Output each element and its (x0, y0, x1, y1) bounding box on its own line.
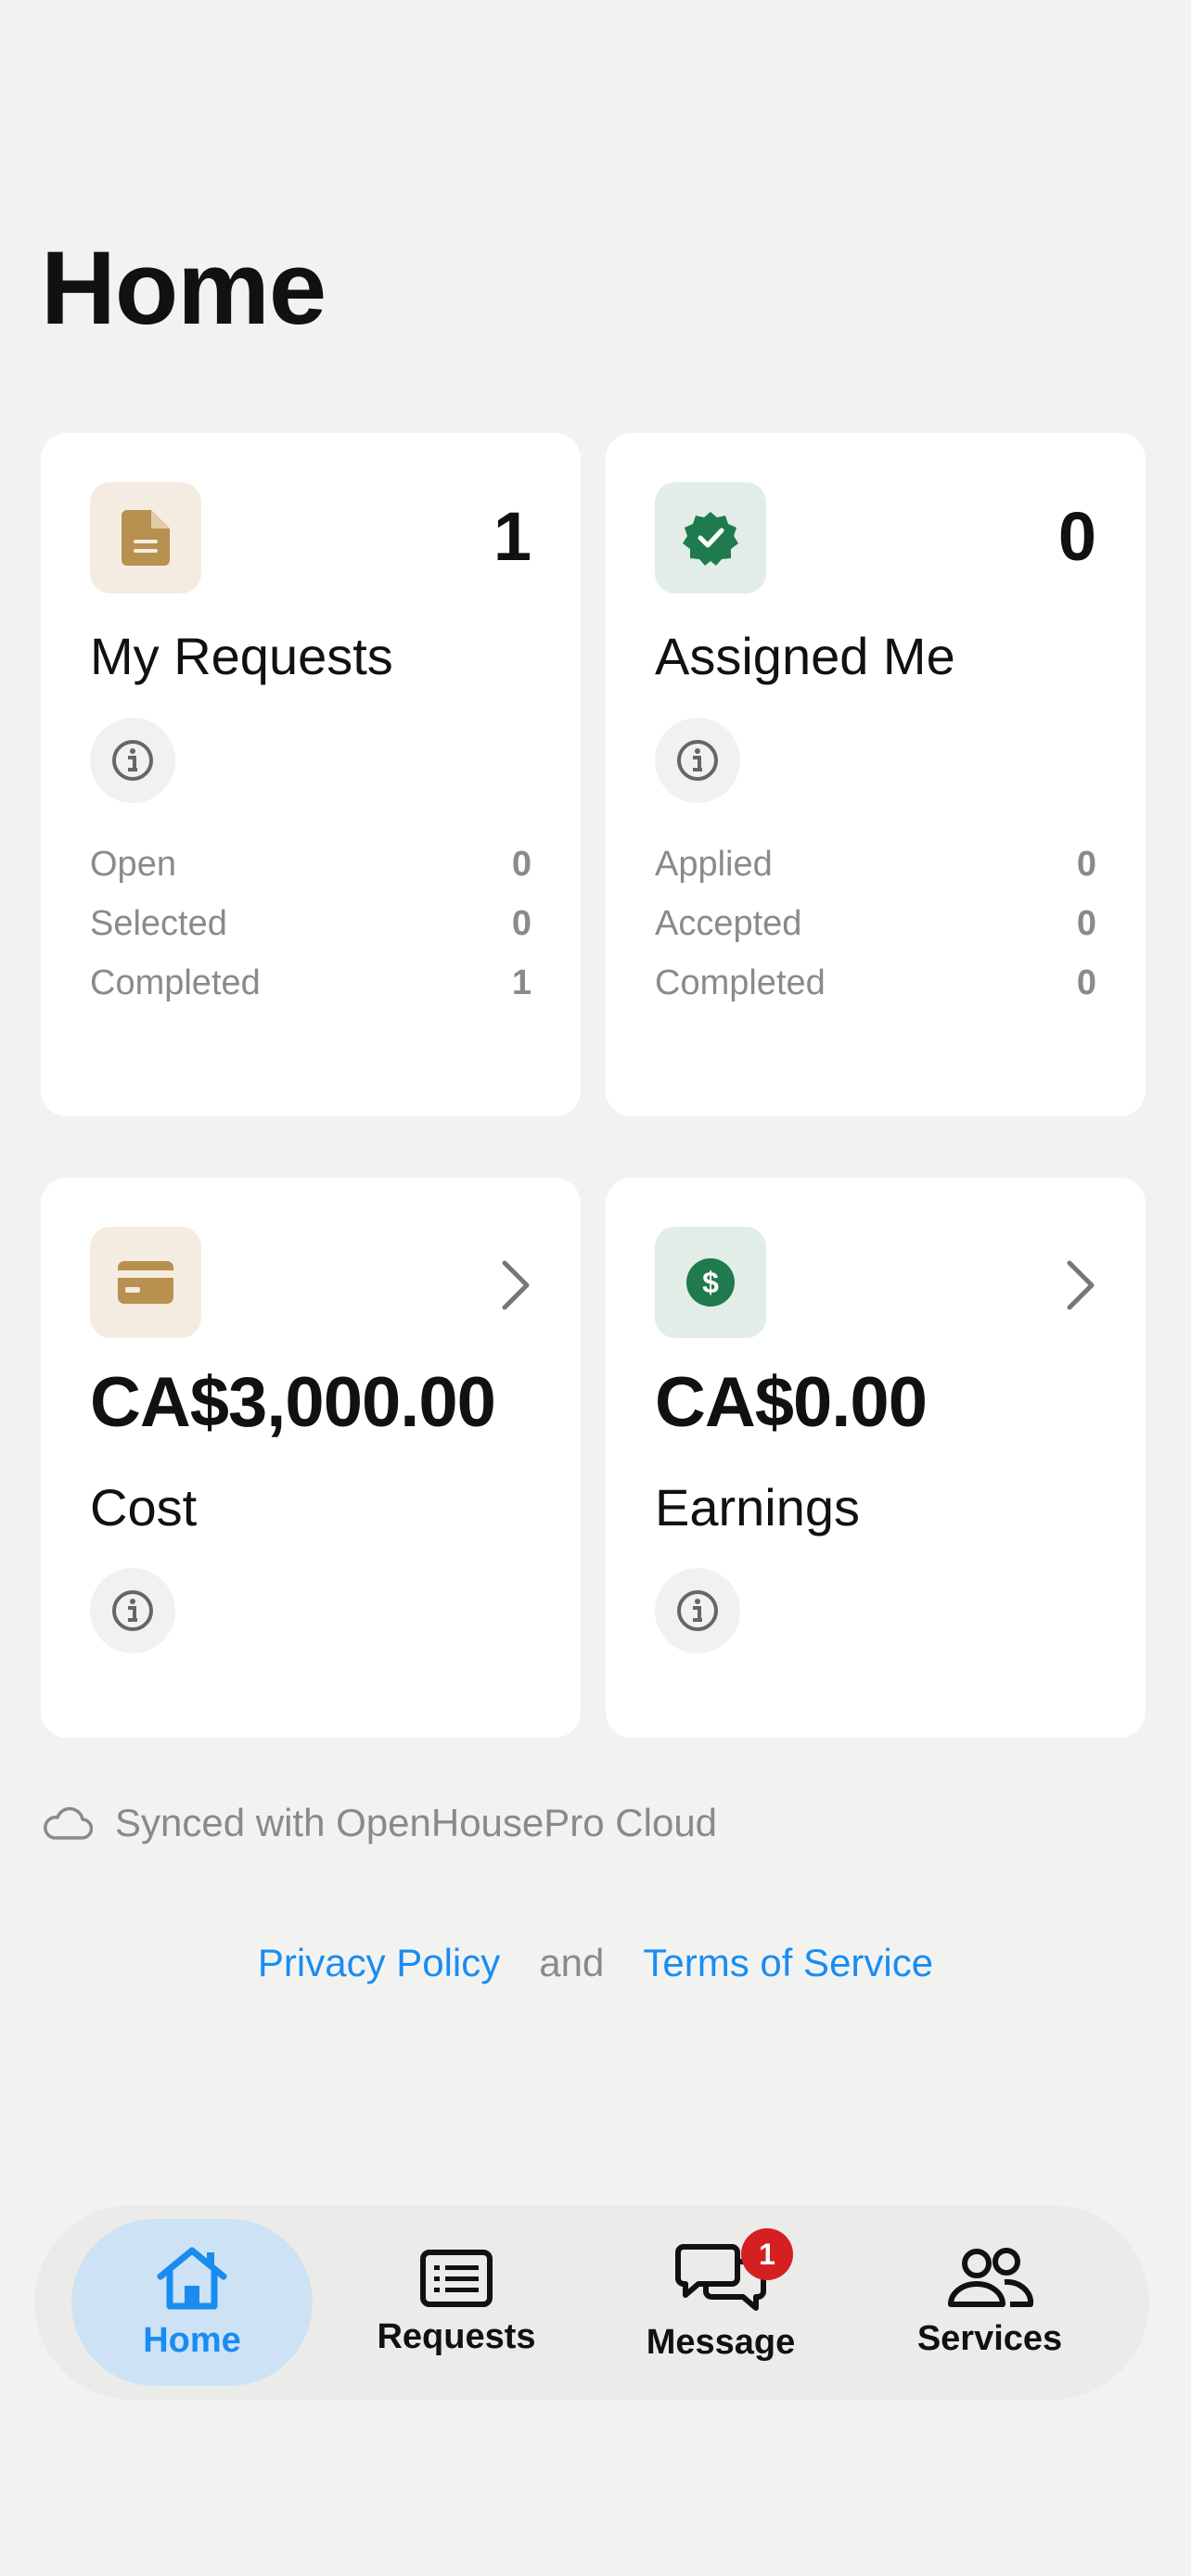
info-icon[interactable] (655, 1568, 740, 1653)
stat-row: Applied 0 (655, 835, 1096, 894)
assigned-me-card[interactable]: 0 Assigned Me Applied 0 Accepted 0 Compl… (606, 433, 1146, 1116)
stat-row: Completed 0 (655, 953, 1096, 1013)
stat-label: Selected (90, 903, 227, 943)
tab-services[interactable]: Services (878, 2219, 1101, 2386)
dollar-coin-icon: $ (655, 1227, 766, 1338)
stat-label: Open (90, 844, 176, 884)
my-requests-count: 1 (493, 498, 531, 575)
legal-links: Privacy Policy and Terms of Service (0, 1941, 1191, 1985)
assigned-me-stats: Applied 0 Accepted 0 Completed 0 (655, 835, 1096, 1013)
tab-bar: Home Requests Message 1 Services (34, 2205, 1149, 2400)
sync-status: Synced with OpenHousePro Cloud (41, 1801, 717, 1845)
tab-message[interactable]: Message 1 (609, 2219, 832, 2386)
tab-home-label: Home (143, 2320, 241, 2360)
tab-requests[interactable]: Requests (350, 2219, 563, 2386)
stat-label: Completed (90, 963, 261, 1002)
stat-label: Completed (655, 963, 826, 1002)
cost-amount: CA$3,000.00 (90, 1363, 496, 1442)
earnings-amount: CA$0.00 (655, 1363, 928, 1442)
info-icon[interactable] (90, 718, 175, 803)
my-requests-title: My Requests (90, 627, 393, 685)
stat-value: 0 (1076, 844, 1096, 884)
stat-row: Completed 1 (90, 953, 531, 1013)
stat-label: Applied (655, 844, 773, 884)
message-badge: 1 (741, 2228, 793, 2280)
stat-row: Selected 0 (90, 894, 531, 953)
stat-row: Open 0 (90, 835, 531, 894)
chevron-right-icon[interactable] (1062, 1259, 1099, 1311)
document-icon (90, 482, 201, 593)
tab-home[interactable]: Home (71, 2219, 313, 2386)
tab-requests-label: Requests (377, 2316, 536, 2356)
chevron-right-icon[interactable] (497, 1259, 534, 1311)
terms-of-service-link[interactable]: Terms of Service (643, 1941, 933, 1985)
svg-text:$: $ (702, 1266, 719, 1299)
people-icon (948, 2247, 1034, 2307)
cost-title: Cost (90, 1478, 198, 1537)
assigned-me-title: Assigned Me (655, 627, 955, 685)
info-icon[interactable] (90, 1568, 175, 1653)
earnings-title: Earnings (655, 1478, 861, 1537)
stat-value: 0 (1076, 903, 1096, 943)
privacy-policy-link[interactable]: Privacy Policy (258, 1941, 500, 1985)
cost-card[interactable]: CA$3,000.00 Cost (41, 1178, 581, 1738)
page-title: Home (41, 230, 327, 346)
stat-value: 0 (1076, 963, 1096, 1002)
tab-services-label: Services (916, 2318, 1063, 2358)
verified-badge-icon (655, 482, 766, 593)
stat-value: 0 (511, 903, 531, 943)
credit-card-icon (90, 1227, 201, 1338)
list-icon (420, 2249, 493, 2307)
stat-row: Accepted 0 (655, 894, 1096, 953)
sync-text: Synced with OpenHousePro Cloud (115, 1801, 718, 1844)
info-icon[interactable] (655, 718, 740, 803)
cloud-icon (44, 1806, 93, 1840)
stat-value: 1 (511, 963, 531, 1002)
and-text: and (539, 1941, 605, 1984)
stat-value: 0 (511, 844, 531, 884)
stat-label: Accepted (655, 903, 802, 943)
assigned-me-count: 0 (1057, 498, 1096, 575)
my-requests-stats: Open 0 Selected 0 Completed 1 (90, 835, 531, 1013)
tab-message-label: Message (646, 2322, 796, 2362)
earnings-card[interactable]: $ CA$0.00 Earnings (606, 1178, 1146, 1738)
home-icon (157, 2247, 227, 2309)
my-requests-card[interactable]: 1 My Requests Open 0 Selected 0 Complete… (41, 433, 581, 1116)
